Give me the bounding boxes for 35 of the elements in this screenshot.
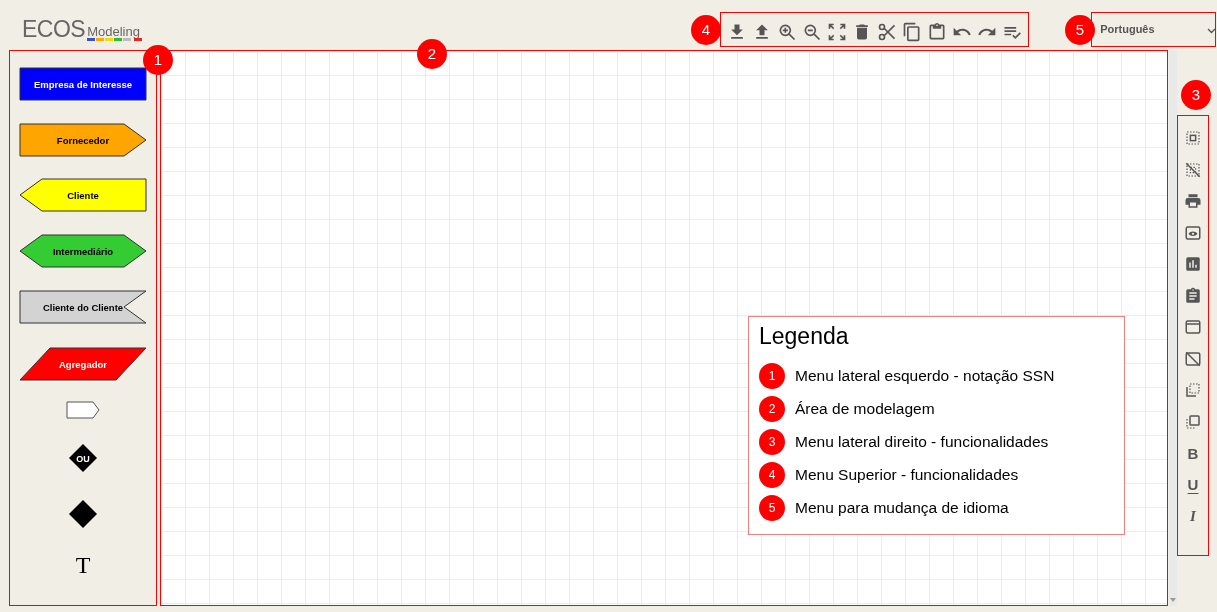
language-select[interactable]: Português xyxy=(1091,12,1217,47)
legend-text: Menu Superior - funcionalidades xyxy=(795,465,1019,486)
color-stripe-drawing xyxy=(87,38,144,41)
logo-text: ECOS xyxy=(22,18,86,41)
number-marker: 5 xyxy=(1065,15,1095,45)
scrollbar[interactable] xyxy=(1169,50,1177,606)
number-marker: 3 xyxy=(759,429,785,455)
number-marker: 2 xyxy=(759,396,785,422)
or-gate-tool[interactable]: OU xyxy=(69,444,97,472)
shape-tool[interactable]: Fornecedor xyxy=(19,123,147,157)
legend-text: Área de modelagem xyxy=(795,399,935,420)
shape-tool[interactable]: Cliente do Cliente xyxy=(19,290,147,324)
shape-tool[interactable]: Intermediário xyxy=(19,234,147,268)
bold-button[interactable]: B xyxy=(1183,441,1203,465)
chevron-down-icon xyxy=(1207,28,1217,34)
number-marker: 4 xyxy=(691,15,721,45)
number-marker: 5 xyxy=(759,495,785,521)
legend-text: Menu lateral direito - funcionalidades xyxy=(795,432,1049,453)
legend-text: Menu para mudança de idioma xyxy=(795,498,1009,519)
number-marker: 1 xyxy=(759,363,785,389)
shape-tool[interactable]: Empresa de Interesse xyxy=(19,67,147,101)
shape-tool[interactable]: Agregador xyxy=(19,347,147,381)
number-marker: 3 xyxy=(1181,80,1211,110)
number-marker: 2 xyxy=(417,39,447,69)
number-marker: 4 xyxy=(759,462,785,488)
italic-button[interactable]: I xyxy=(1183,504,1203,528)
diamond-tool[interactable] xyxy=(69,500,97,528)
text-tool[interactable]: T xyxy=(75,553,91,577)
shape-tool[interactable]: Cliente xyxy=(19,178,147,212)
underline-button[interactable]: U xyxy=(1183,472,1203,497)
logo-subtitle: Modeling xyxy=(87,25,141,38)
number-marker: 1 xyxy=(143,45,173,75)
legend-title: Legenda xyxy=(759,322,850,351)
tag-shape-tool[interactable] xyxy=(66,401,100,419)
legend-text: Menu lateral esquerdo - notação SSN xyxy=(795,366,1055,387)
